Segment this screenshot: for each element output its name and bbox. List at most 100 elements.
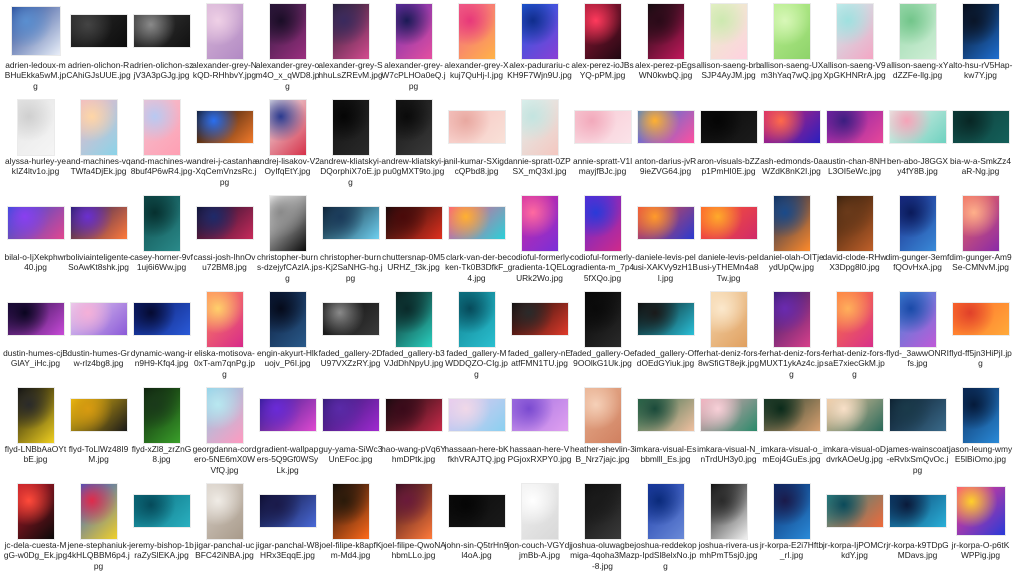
image-thumbnail[interactable] — [952, 111, 1009, 143]
file-item[interactable]: heather-shevlin-3B_Nrz7jajc.jpg — [570, 386, 635, 482]
file-item[interactable]: christopher-burns-Kj2SaNHG-hg.jpg — [318, 194, 383, 290]
file-item[interactable]: imkara-visual-N_nTrdUH3y0.jpg — [697, 386, 760, 482]
file-item[interactable]: jr-korpa-O-p6tKWPPig.jpg — [949, 482, 1012, 578]
file-item[interactable]: bia-w-a-SmkZz4aR-Ng.jpg — [949, 98, 1012, 194]
file-item[interactable]: john-sin-Q5trHn9l4oA.jpg — [445, 482, 508, 578]
file-item[interactable]: alex-perez-pEgsWN0kwbQ.jpg — [634, 2, 697, 98]
image-thumbnail[interactable] — [899, 3, 936, 59]
file-item[interactable]: and-machines-w8buf4P6wR4.jpg — [130, 98, 193, 194]
image-thumbnail[interactable] — [269, 291, 306, 347]
file-item[interactable]: dynamic-wang-irn9H9-Kfq4.jpg — [130, 290, 193, 386]
file-item[interactable]: daniele-levis-pelusi-XAKVy9zH1Bl.jpg — [633, 194, 698, 290]
image-thumbnail[interactable] — [952, 303, 1009, 335]
image-thumbnail[interactable] — [962, 195, 999, 251]
image-thumbnail[interactable] — [11, 7, 60, 55]
image-thumbnail[interactable] — [259, 495, 316, 527]
image-thumbnail[interactable] — [773, 195, 810, 251]
file-item[interactable]: faded_gallery-Oe9OOlkG1Uk.jpg — [570, 290, 635, 386]
image-thumbnail[interactable] — [206, 483, 243, 539]
image-thumbnail[interactable] — [836, 195, 873, 251]
image-thumbnail[interactable] — [647, 483, 684, 539]
image-thumbnail[interactable] — [385, 399, 442, 431]
image-thumbnail[interactable] — [322, 399, 379, 431]
image-thumbnail[interactable] — [521, 99, 558, 155]
file-item[interactable]: jigar-panchal-W8HRx3EqqE.jpg — [256, 482, 319, 578]
file-item[interactable]: allison-saeng-V9XpGKHNRrA.jpg — [823, 2, 886, 98]
image-thumbnail[interactable] — [269, 99, 306, 155]
file-item[interactable]: eliska-motisova-0xT-am7qnPg.jpg — [193, 290, 256, 386]
file-item[interactable]: hao-wang-pVq6YhmDPtk.jpg — [381, 386, 446, 482]
image-thumbnail[interactable] — [70, 207, 127, 239]
file-item[interactable]: jigar-panchal-ucBFC42iNBA.jpg — [193, 482, 256, 578]
image-thumbnail[interactable] — [700, 399, 757, 431]
file-item[interactable]: allison-saeng-UXm3hYaq7wQ.jpg — [760, 2, 823, 98]
file-item[interactable]: ferhat-deniz-fors-MUXT1ykAz4c.jpg — [759, 290, 824, 386]
image-thumbnail[interactable] — [637, 111, 694, 143]
image-thumbnail[interactable] — [448, 399, 505, 431]
image-thumbnail[interactable] — [836, 291, 873, 347]
image-thumbnail[interactable] — [710, 3, 747, 59]
image-thumbnail[interactable] — [448, 207, 505, 239]
file-item[interactable]: faded_gallery-MWDDQZO-CIg.jpg — [445, 290, 508, 386]
file-item[interactable]: bilal-o-IjXekphwr40.jpg — [4, 194, 67, 290]
image-thumbnail[interactable] — [206, 3, 243, 59]
image-thumbnail[interactable] — [700, 207, 757, 239]
file-item[interactable]: flyd-xZl8_zrZnG8.jpg — [130, 386, 193, 482]
image-thumbnail[interactable] — [584, 291, 621, 347]
image-thumbnail[interactable] — [395, 3, 432, 59]
file-item[interactable]: faded_gallery-b3VJdDhNpyU.jpg — [382, 290, 445, 386]
image-thumbnail[interactable] — [458, 3, 495, 59]
file-item[interactable]: alexander-grey-ShhuLsZREvM.jpg — [318, 2, 383, 98]
file-item[interactable]: andrew-kliatskyi-DQorphiX7oE.jpg — [319, 98, 382, 194]
image-thumbnail[interactable] — [7, 207, 64, 239]
file-item[interactable]: daniele-levis-pelusi-yTHEMn4a8Tw.jpg — [697, 194, 760, 290]
file-item[interactable]: jene-stephaniuk-4kHLQBBM6p4.jpg — [67, 482, 130, 578]
image-thumbnail[interactable] — [773, 3, 810, 59]
image-thumbnail[interactable] — [80, 483, 117, 539]
file-item[interactable]: adrien-olichon-RCAhiGJsUUE.jpg — [66, 2, 131, 98]
image-thumbnail[interactable] — [332, 3, 369, 59]
file-item[interactable]: jeremy-bishop-1braZySlEKA.jpg — [129, 482, 194, 578]
image-thumbnail[interactable] — [521, 195, 558, 251]
image-thumbnail[interactable] — [206, 387, 243, 443]
file-item[interactable]: gradient-wallpapers-5Q9Gf0WSyLk.jpg — [256, 386, 319, 482]
image-thumbnail[interactable] — [322, 207, 379, 239]
image-thumbnail[interactable] — [143, 195, 180, 251]
file-item[interactable]: faded_gallery-nEatfFMN1TU.jpg — [508, 290, 571, 386]
image-thumbnail[interactable] — [70, 303, 127, 335]
file-item[interactable]: anton-darius-jvR9ieZVG64.jpg — [634, 98, 697, 194]
image-thumbnail[interactable] — [889, 495, 946, 527]
image-thumbnail[interactable] — [259, 399, 316, 431]
file-item[interactable]: boliviainteligente-SoAwKt8shk.jpg — [66, 194, 131, 290]
file-item[interactable]: joshua-oluwagbemiga-4qoha3Maz-8.jpg — [570, 482, 635, 578]
file-item[interactable]: dustin-humes-Grw-rlz4bg8.jpg — [67, 290, 130, 386]
image-thumbnail[interactable] — [962, 3, 999, 59]
file-item[interactable]: joshua-rivera-usmhPmT5sj0.jpg — [697, 482, 760, 578]
image-thumbnail[interactable] — [889, 399, 946, 431]
file-item[interactable]: faded_gallery-OfdOEdGYiuk.jpg — [634, 290, 697, 386]
file-item[interactable]: dim-gunger-3emffQOvHxA.jpg — [886, 194, 949, 290]
image-thumbnail[interactable] — [700, 111, 757, 143]
file-item[interactable]: imkara-visual-oDdvrkAOeUg.jpg — [823, 386, 886, 482]
image-thumbnail[interactable] — [584, 3, 621, 59]
image-thumbnail[interactable] — [395, 483, 432, 539]
file-item[interactable]: annie-spratt-0ZPSX_mQ3xI.jpg — [508, 98, 571, 194]
image-thumbnail[interactable] — [637, 303, 694, 335]
file-item[interactable]: jc-dela-cuesta-MgG-w0Dg_Ek.jpg — [4, 482, 67, 578]
file-item[interactable]: hassaan-here-bKfkhVRAJTQ.jpg — [444, 386, 509, 482]
image-thumbnail[interactable] — [956, 487, 1005, 535]
file-item[interactable]: dustin-humes-cjBGlAY_iHc.jpg — [3, 290, 68, 386]
file-item[interactable]: imkara-visual-Esbbmlll_Es.jpg — [634, 386, 697, 482]
image-thumbnail[interactable] — [826, 399, 883, 431]
file-item[interactable]: casey-horner-9vf1uj6i6Ww.jpg — [130, 194, 193, 290]
image-thumbnail[interactable] — [7, 303, 64, 335]
file-item[interactable]: georgdanna-cordero-5NE6mX0WVfQ.jpg — [193, 386, 256, 482]
file-item[interactable]: alexander-grey-om4O_x_qWD8.jpg — [256, 2, 319, 98]
image-thumbnail[interactable] — [17, 387, 54, 443]
file-item[interactable]: allison-saeng-xYdZZFe-llg.jpg — [886, 2, 949, 98]
image-thumbnail[interactable] — [322, 303, 379, 335]
image-thumbnail[interactable] — [332, 99, 369, 155]
file-item[interactable]: jr-korpa-k9TDpGMDavs.jpg — [886, 482, 949, 578]
image-thumbnail[interactable] — [826, 495, 883, 527]
file-item[interactable]: alexander-grey-Xkuj7QuHj-I.jpg — [444, 2, 509, 98]
